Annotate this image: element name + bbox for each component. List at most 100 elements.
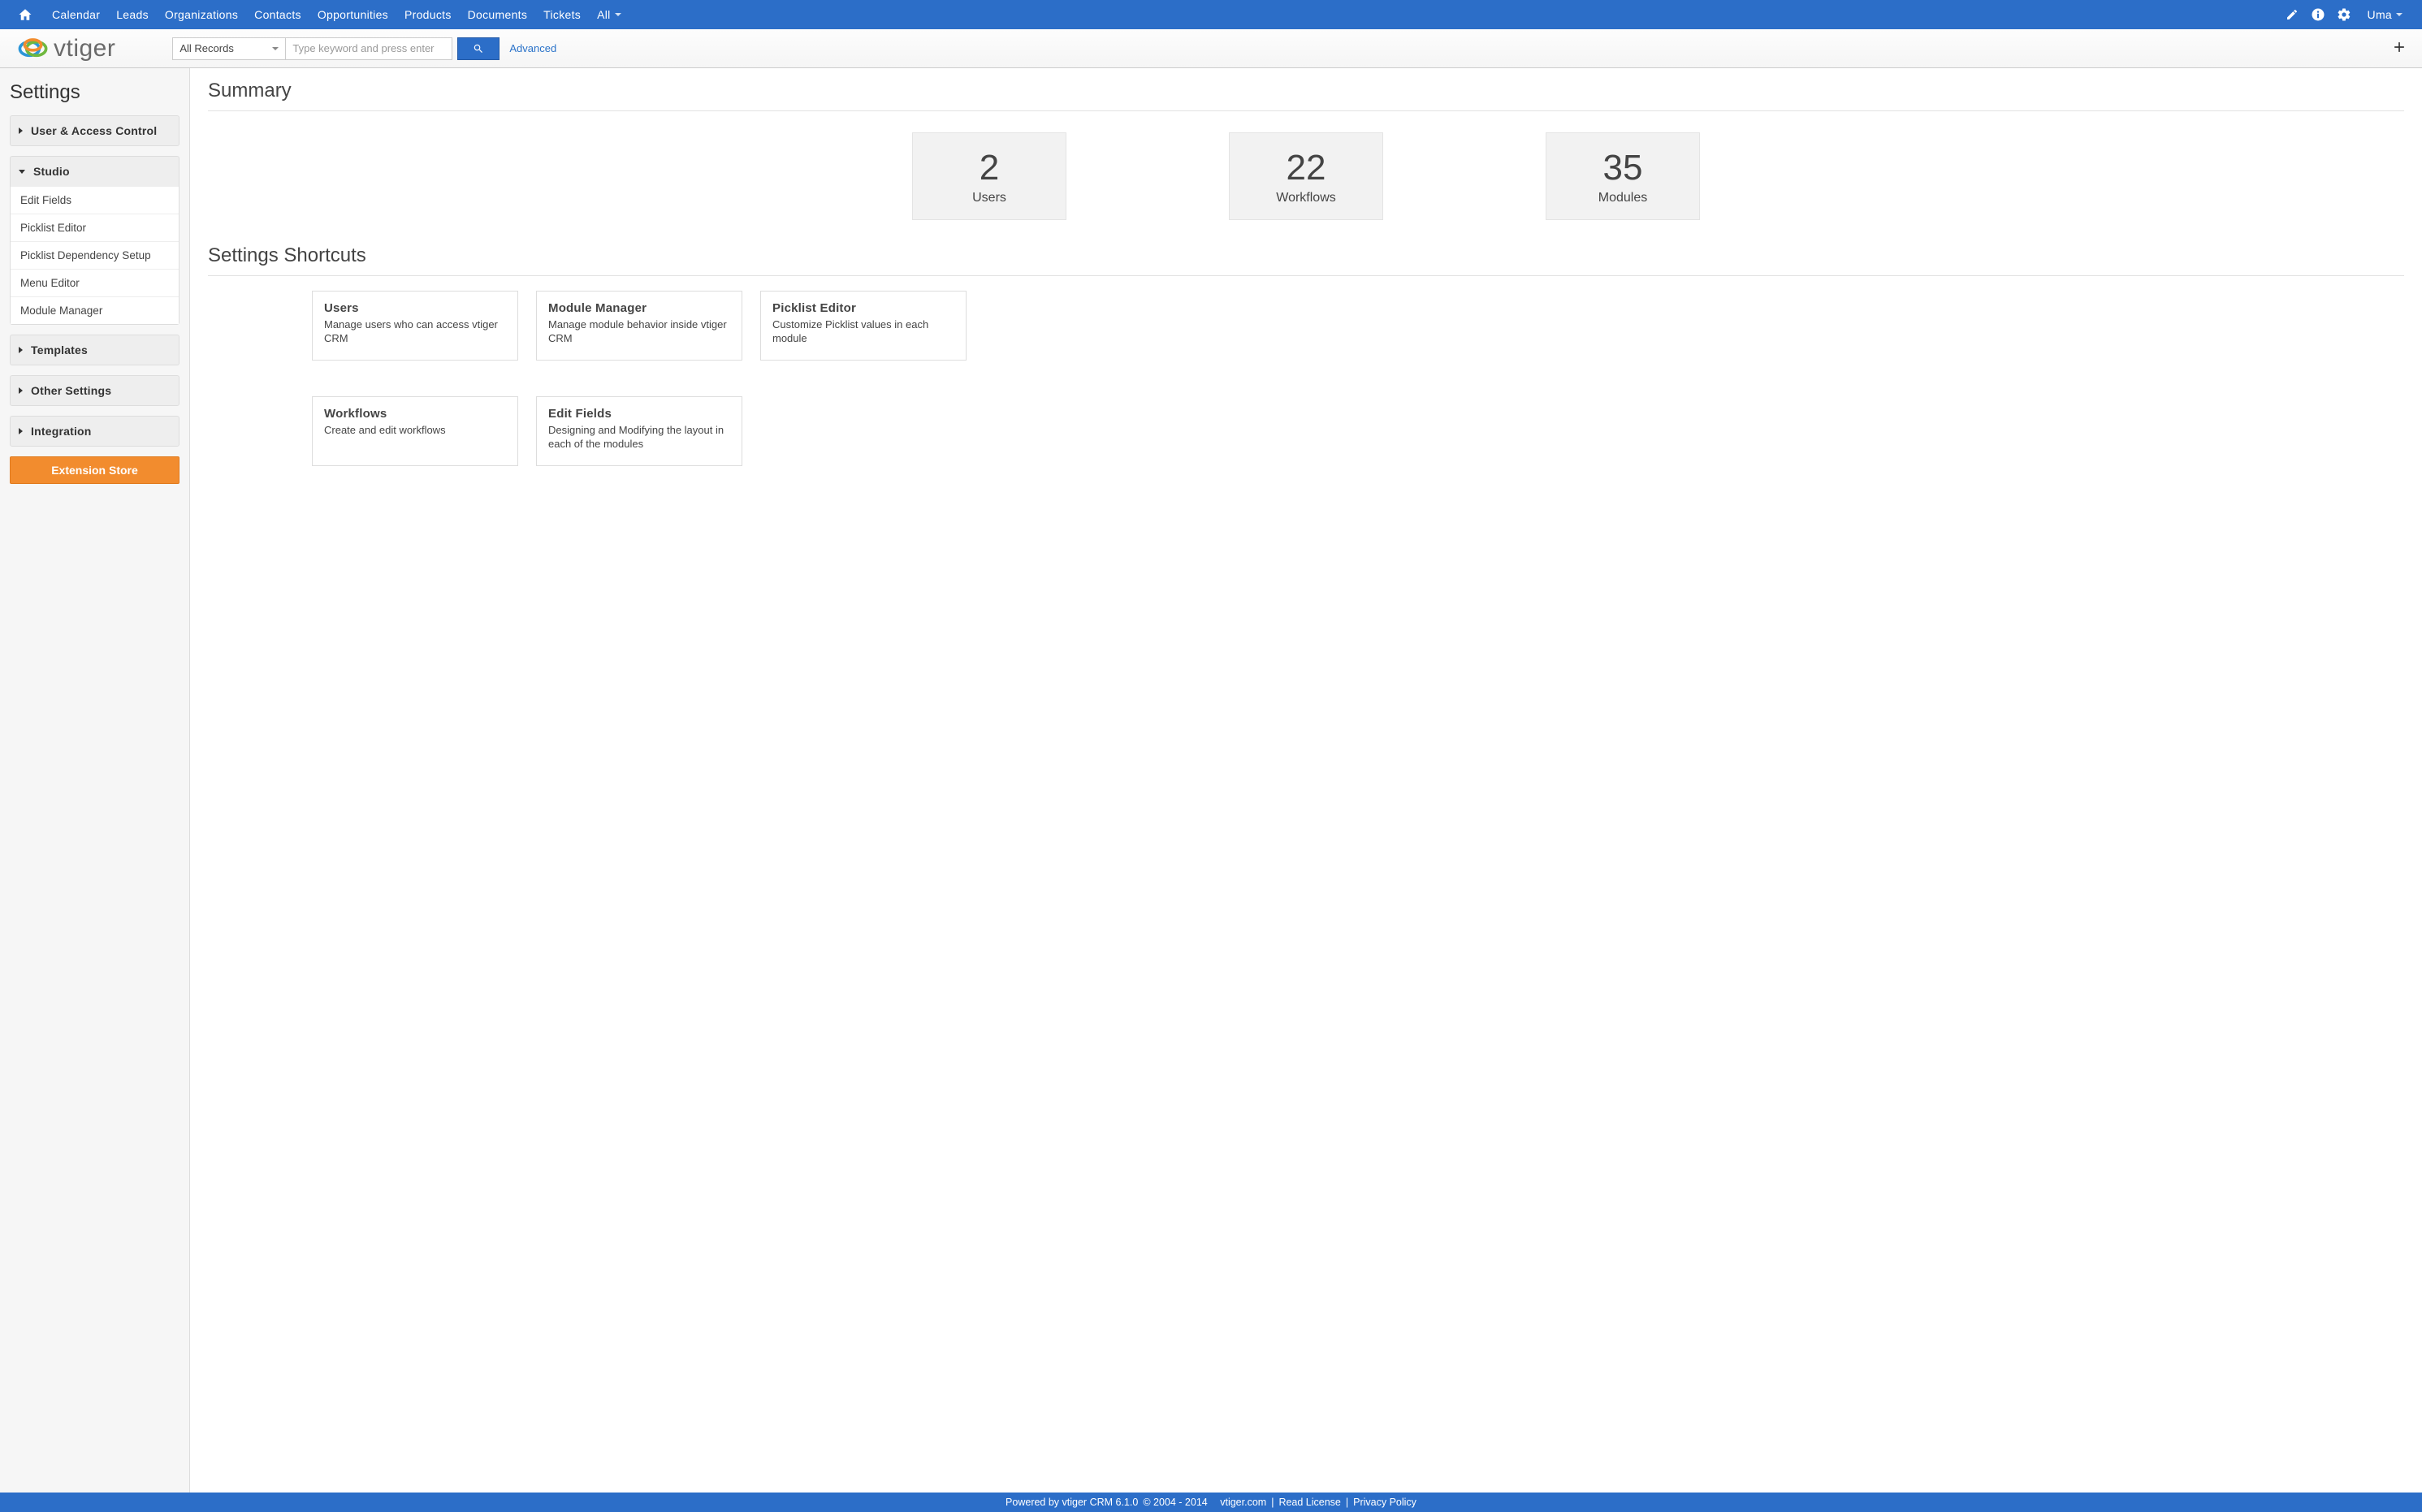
stat-number: 2 xyxy=(980,147,999,190)
shortcut-edit-fields[interactable]: Edit Fields Designing and Modifying the … xyxy=(536,396,742,466)
search-scope-select[interactable]: All Records xyxy=(172,37,286,60)
shortcut-picklist-editor[interactable]: Picklist Editor Customize Picklist value… xyxy=(760,291,967,361)
stat-label: Workflows xyxy=(1276,191,1336,205)
shortcut-title: Module Manager xyxy=(548,301,730,315)
chevron-right-icon xyxy=(19,387,23,394)
divider xyxy=(208,110,2404,111)
extension-store-button[interactable]: Extension Store xyxy=(10,456,179,484)
side-item-picklist-editor[interactable]: Picklist Editor xyxy=(11,214,179,241)
shortcut-desc: Manage users who can access vtiger CRM xyxy=(324,318,506,346)
stat-number: 22 xyxy=(1287,147,1326,190)
topnav-left: Calendar Leads Organizations Contacts Op… xyxy=(15,0,629,29)
main-area: Settings User & Access Control Studio Ed… xyxy=(0,68,2422,1493)
shortcuts-heading: Settings Shortcuts xyxy=(208,244,2404,267)
nav-item-opportunities[interactable]: Opportunities xyxy=(309,0,396,29)
nav-item-all[interactable]: All xyxy=(589,0,629,29)
edit-icon[interactable] xyxy=(2283,6,2301,24)
topnav-bar: Calendar Leads Organizations Contacts Op… xyxy=(0,0,2422,29)
footer-privacy-link[interactable]: Privacy Policy xyxy=(1353,1497,1416,1508)
side-item-module-manager[interactable]: Module Manager xyxy=(11,296,179,324)
logo[interactable]: vtiger xyxy=(15,32,115,65)
topnav-right: Uma xyxy=(2283,0,2407,29)
logo-text: vtiger xyxy=(54,35,115,63)
sidegroup-title: Templates xyxy=(31,343,88,356)
side-item-picklist-dependency[interactable]: Picklist Dependency Setup xyxy=(11,241,179,269)
stat-number: 35 xyxy=(1603,147,1643,190)
shortcut-title: Workflows xyxy=(324,407,506,421)
sidegroup-templates: Templates xyxy=(10,335,179,365)
sidegroup-header-integration[interactable]: Integration xyxy=(11,417,179,446)
chevron-right-icon xyxy=(19,127,23,134)
sidegroup-title: Other Settings xyxy=(31,384,111,397)
content-area: Summary 2 Users 22 Workflows 35 Modules … xyxy=(190,68,2422,1493)
logo-icon xyxy=(15,32,52,65)
info-icon[interactable] xyxy=(2309,6,2327,24)
shortcut-desc: Customize Picklist values in each module xyxy=(772,318,954,346)
shortcut-desc: Designing and Modifying the layout in ea… xyxy=(548,424,730,451)
footer-site-link[interactable]: vtiger.com xyxy=(1220,1497,1266,1508)
nav-item-products[interactable]: Products xyxy=(396,0,460,29)
sidegroup-header-other-settings[interactable]: Other Settings xyxy=(11,376,179,405)
footer-powered: Powered by vtiger CRM 6.1.0 xyxy=(1006,1497,1138,1508)
stat-label: Modules xyxy=(1598,191,1647,205)
nav-item-leads[interactable]: Leads xyxy=(108,0,157,29)
sidegroup-header-user-access[interactable]: User & Access Control xyxy=(11,116,179,145)
chevron-down-icon xyxy=(272,47,279,50)
footer: Powered by vtiger CRM 6.1.0 © 2004 - 201… xyxy=(0,1493,2422,1512)
secondary-bar: vtiger All Records Advanced xyxy=(0,29,2422,68)
sidegroup-items-studio: Edit Fields Picklist Editor Picklist Dep… xyxy=(11,186,179,324)
home-icon[interactable] xyxy=(15,0,44,29)
side-item-edit-fields[interactable]: Edit Fields xyxy=(11,186,179,214)
nav-item-tickets[interactable]: Tickets xyxy=(535,0,589,29)
chevron-right-icon xyxy=(19,347,23,353)
plus-icon xyxy=(2391,39,2407,55)
shortcuts-grid: Users Manage users who can access vtiger… xyxy=(312,291,2404,466)
footer-copyright: © 2004 - 2014 xyxy=(1143,1497,1207,1508)
sidegroup-header-studio[interactable]: Studio xyxy=(11,157,179,186)
stat-card-users[interactable]: 2 Users xyxy=(912,132,1066,220)
sidegroup-header-templates[interactable]: Templates xyxy=(11,335,179,365)
chevron-down-icon xyxy=(615,13,621,16)
advanced-search-link[interactable]: Advanced xyxy=(509,42,556,54)
nav-item-calendar[interactable]: Calendar xyxy=(44,0,108,29)
shortcut-title: Users xyxy=(324,301,506,315)
shortcut-desc: Create and edit workflows xyxy=(324,424,506,438)
separator: | xyxy=(1271,1497,1274,1508)
nav-item-contacts[interactable]: Contacts xyxy=(246,0,309,29)
search-input[interactable] xyxy=(286,37,452,60)
summary-heading: Summary xyxy=(208,80,2404,102)
sidegroup-title: Integration xyxy=(31,425,92,438)
add-button[interactable] xyxy=(2391,39,2407,58)
sidegroup-title: User & Access Control xyxy=(31,124,157,137)
user-menu[interactable]: Uma xyxy=(2361,0,2407,29)
stat-label: Users xyxy=(972,191,1006,205)
nav-item-all-label: All xyxy=(597,8,610,21)
chevron-down-icon xyxy=(2396,13,2403,16)
chevron-down-icon xyxy=(19,170,25,174)
user-name: Uma xyxy=(2368,8,2392,21)
gear-icon[interactable] xyxy=(2335,6,2353,24)
stat-card-workflows[interactable]: 22 Workflows xyxy=(1229,132,1383,220)
divider xyxy=(208,275,2404,276)
shortcut-module-manager[interactable]: Module Manager Manage module behavior in… xyxy=(536,291,742,361)
stat-card-modules[interactable]: 35 Modules xyxy=(1546,132,1700,220)
shortcut-title: Picklist Editor xyxy=(772,301,954,315)
nav-item-organizations[interactable]: Organizations xyxy=(157,0,246,29)
search-icon xyxy=(473,43,484,54)
search-bar: All Records Advanced xyxy=(172,37,556,60)
shortcut-workflows[interactable]: Workflows Create and edit workflows xyxy=(312,396,518,466)
settings-sidebar: Settings User & Access Control Studio Ed… xyxy=(0,68,190,1493)
search-button[interactable] xyxy=(457,37,500,60)
chevron-right-icon xyxy=(19,428,23,434)
search-scope-value: All Records xyxy=(179,42,233,54)
sidegroup-studio: Studio Edit Fields Picklist Editor Pickl… xyxy=(10,156,179,325)
shortcut-title: Edit Fields xyxy=(548,407,730,421)
sidebar-title: Settings xyxy=(10,81,179,104)
footer-license-link[interactable]: Read License xyxy=(1278,1497,1340,1508)
sidegroup-title: Studio xyxy=(33,165,70,178)
shortcut-users[interactable]: Users Manage users who can access vtiger… xyxy=(312,291,518,361)
sidegroup-user-access: User & Access Control xyxy=(10,115,179,146)
nav-item-documents[interactable]: Documents xyxy=(460,0,536,29)
shortcut-desc: Manage module behavior inside vtiger CRM xyxy=(548,318,730,346)
side-item-menu-editor[interactable]: Menu Editor xyxy=(11,269,179,296)
